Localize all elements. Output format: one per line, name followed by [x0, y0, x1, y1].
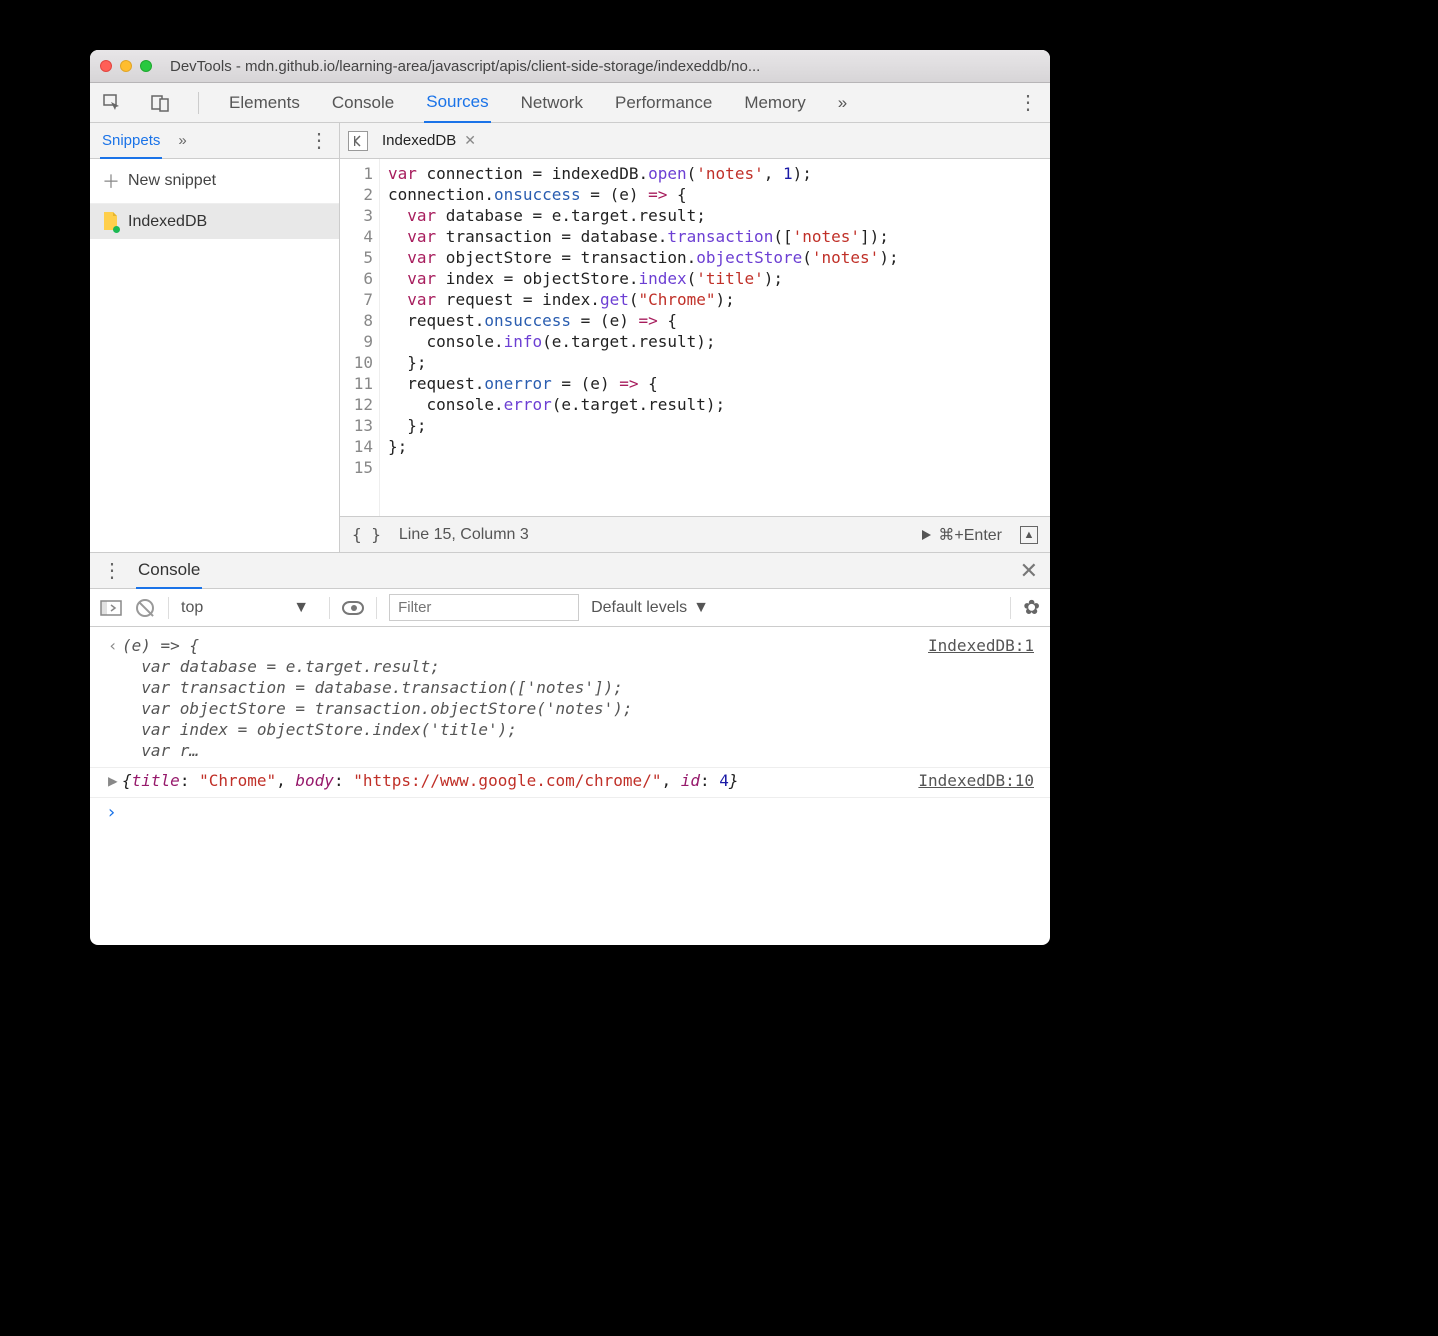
snippet-item[interactable]: IndexedDB: [90, 204, 339, 239]
tab-memory[interactable]: Memory: [742, 84, 807, 122]
tab-sources[interactable]: Sources: [424, 83, 490, 123]
editor-tab-label: IndexedDB: [382, 132, 456, 149]
toggle-debugger-icon[interactable]: ▲: [1020, 526, 1038, 544]
cursor-position: Line 15, Column 3: [399, 526, 529, 544]
tab-elements[interactable]: Elements: [227, 84, 302, 122]
zoom-window-button[interactable]: [140, 60, 152, 72]
close-window-button[interactable]: [100, 60, 112, 72]
live-expression-icon[interactable]: [342, 599, 364, 617]
close-tab-icon[interactable]: ✕: [464, 132, 476, 149]
console-drawer-header: ⋮ Console ✕: [90, 553, 1050, 589]
editor-tab[interactable]: IndexedDB ✕: [380, 125, 478, 156]
message-source-link[interactable]: IndexedDB:1: [916, 635, 1034, 761]
nav-back-button[interactable]: [348, 131, 368, 151]
levels-value: Default levels: [591, 599, 687, 617]
filter-input[interactable]: [389, 594, 579, 621]
titlebar[interactable]: DevTools - mdn.github.io/learning-area/j…: [90, 50, 1050, 83]
devtools-tabs: Elements Console Sources Network Perform…: [90, 83, 1050, 123]
dropdown-icon: ▼: [693, 599, 709, 617]
device-toggle-icon[interactable]: [150, 93, 170, 113]
pretty-print-icon[interactable]: { }: [352, 525, 381, 544]
new-snippet-label: New snippet: [128, 172, 216, 190]
console-message[interactable]: ‹ (e) => { var database = e.target.resul…: [90, 633, 1050, 768]
run-shortcut: ⌘+Enter: [938, 525, 1002, 545]
console-toolbar: top ▼ Default levels ▼ ✿: [90, 589, 1050, 627]
editor: IndexedDB ✕ 123456789101112131415 var co…: [340, 123, 1050, 552]
tab-performance[interactable]: Performance: [613, 84, 714, 122]
context-value: top: [181, 599, 203, 617]
drawer-menu-icon[interactable]: ⋮: [102, 558, 122, 583]
plus-icon: ＋: [102, 168, 120, 194]
console-prompt[interactable]: ›: [90, 798, 1050, 827]
console-message[interactable]: ▶ {title: "Chrome", body: "https://www.g…: [90, 768, 1050, 798]
log-levels-selector[interactable]: Default levels ▼: [591, 599, 709, 617]
message-source-link[interactable]: IndexedDB:10: [906, 770, 1034, 791]
minimize-window-button[interactable]: [120, 60, 132, 72]
devtools-window: DevTools - mdn.github.io/learning-area/j…: [90, 50, 1050, 945]
console-settings-icon[interactable]: ✿: [1023, 595, 1040, 620]
code-editor[interactable]: 123456789101112131415 var connection = i…: [340, 159, 1050, 516]
clear-console-icon[interactable]: [134, 599, 156, 617]
sidebar-tab-snippets[interactable]: Snippets: [100, 124, 162, 159]
sidebar-tabs-overflow[interactable]: »: [178, 132, 186, 149]
divider: [198, 92, 199, 114]
tab-network[interactable]: Network: [519, 84, 585, 122]
play-icon: [920, 529, 932, 541]
drawer-tab-console[interactable]: Console: [136, 553, 202, 589]
devtools-menu-icon[interactable]: ⋮: [1018, 90, 1038, 115]
new-snippet-button[interactable]: ＋ New snippet: [90, 159, 339, 204]
toggle-console-sidebar-icon[interactable]: [100, 599, 122, 617]
snippet-file-icon: [102, 212, 118, 231]
tab-console[interactable]: Console: [330, 84, 396, 122]
close-drawer-icon[interactable]: ✕: [1020, 558, 1038, 584]
tabs-overflow[interactable]: »: [836, 84, 849, 122]
console-output[interactable]: ‹ (e) => { var database = e.target.resul…: [90, 627, 1050, 945]
dropdown-icon: ▼: [293, 599, 309, 617]
window-title: DevTools - mdn.github.io/learning-area/j…: [170, 58, 1040, 75]
sources-sidebar: Snippets » ⋮ ＋ New snippet IndexedDB: [90, 123, 340, 552]
sidebar-menu-icon[interactable]: ⋮: [309, 128, 329, 153]
editor-statusbar: { } Line 15, Column 3 ⌘+Enter ▲: [340, 516, 1050, 552]
expand-icon[interactable]: ‹: [108, 635, 122, 761]
context-selector[interactable]: top ▼: [181, 599, 317, 617]
snippet-name: IndexedDB: [128, 213, 207, 231]
traffic-lights: [100, 60, 152, 72]
inspect-icon[interactable]: [102, 93, 122, 113]
run-snippet-button[interactable]: ⌘+Enter: [920, 525, 1002, 545]
expand-icon[interactable]: ▶: [108, 770, 122, 791]
